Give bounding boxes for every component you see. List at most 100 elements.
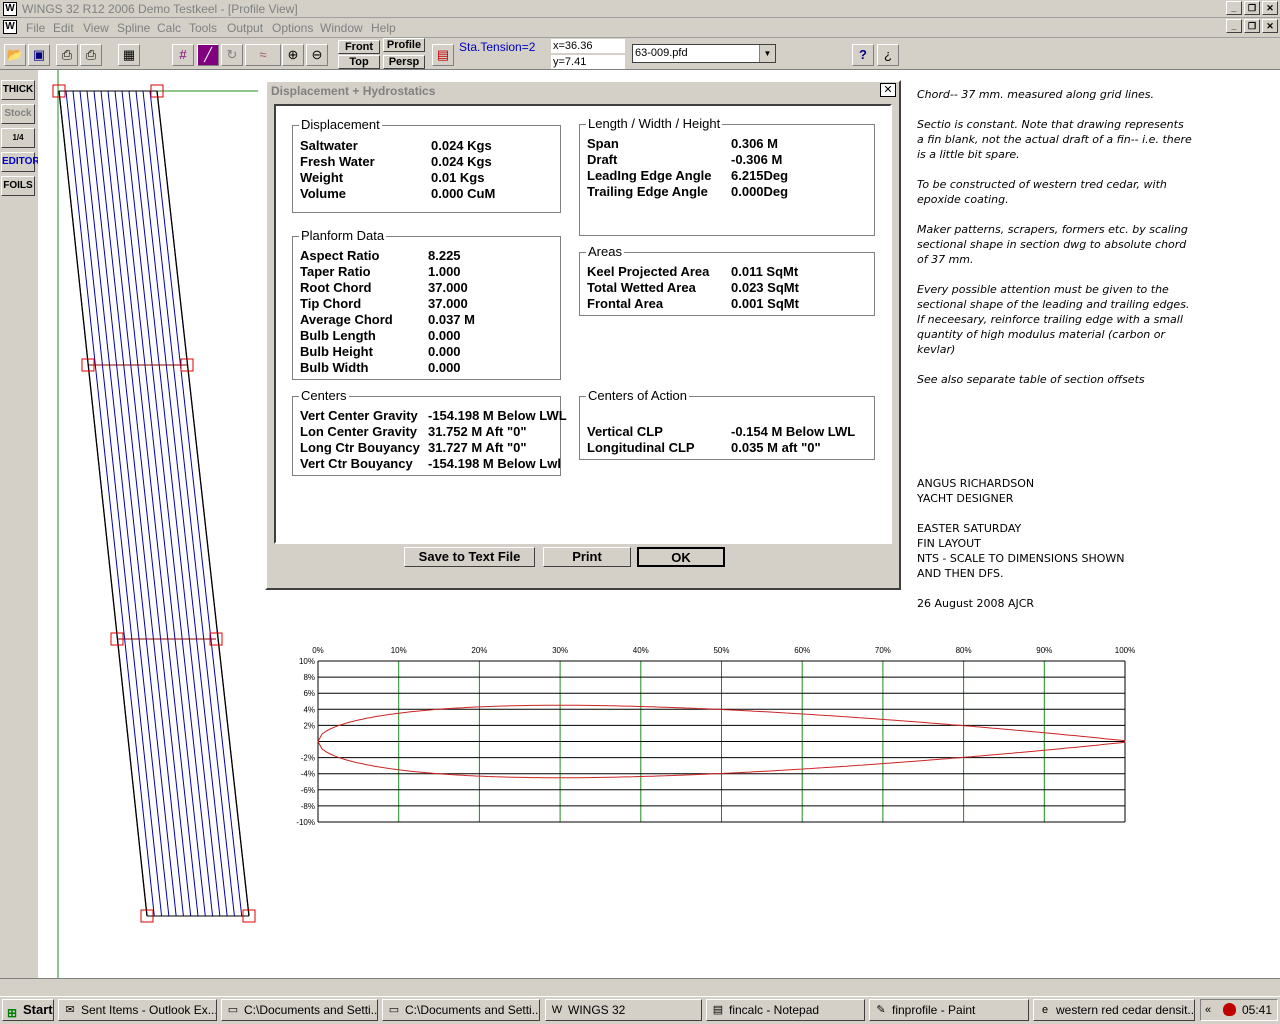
taskbar-item[interactable]: W WINGS 32 [545, 999, 702, 1021]
note-line: Sectio is constant. Note that drawing re… [917, 118, 1184, 131]
taskbar-item[interactable]: ✉ Sent Items - Outlook Ex... [58, 999, 217, 1021]
menu-help[interactable]: Help [371, 21, 396, 35]
planform-row-label: Bulb Width [300, 360, 369, 375]
print-button[interactable]: Print [543, 547, 631, 567]
centers-row-value: -154.198 M Below Lwl [428, 456, 561, 471]
note-line: To be constructed of western tred cedar,… [917, 178, 1167, 191]
planform-row-value: 0.000 [428, 360, 461, 375]
minimize-icon[interactable]: _ [1226, 19, 1242, 33]
menu-spline[interactable]: Spline [117, 21, 150, 35]
station-line [72, 90, 163, 917]
menu-window[interactable]: Window [320, 21, 363, 35]
context-help-icon[interactable]: ¿ [877, 44, 899, 66]
menu-calc[interactable]: Calc [157, 21, 181, 35]
app-icon[interactable]: W [3, 2, 17, 16]
wings-icon: W [551, 1004, 563, 1016]
persp-view-button[interactable]: Persp [383, 55, 425, 69]
refresh-icon[interactable]: ↻ [221, 44, 243, 66]
top-view-button[interactable]: Top [338, 55, 380, 69]
folder-icon: ▭ [227, 1004, 239, 1016]
close-icon[interactable]: ✕ [880, 83, 896, 97]
dialog-title: Displacement + Hydrostatics [267, 82, 899, 100]
menu-tools[interactable]: Tools [189, 21, 217, 35]
chevron-down-icon[interactable]: ▼ [759, 45, 775, 62]
taskbar-item[interactable]: ▤ fincalc - Notepad [706, 999, 865, 1021]
document-icon[interactable]: W [3, 20, 17, 34]
thick-button[interactable]: THICK [1, 80, 35, 100]
note-line: epoxide coating. [917, 193, 1009, 206]
taskbar-item-label: C:\Documents and Setti... [244, 1003, 378, 1017]
displacement-row-label: Volume [300, 186, 346, 201]
grid-icon[interactable]: # [172, 44, 194, 66]
notepad-icon: ▤ [712, 1004, 724, 1016]
taskbar-item[interactable]: ✎ finprofile - Paint [869, 999, 1029, 1021]
ok-button[interactable]: OK [637, 547, 725, 567]
station-line [149, 90, 243, 917]
menu-options[interactable]: Options [272, 21, 313, 35]
menu-view[interactable]: View [83, 21, 109, 35]
planform-row-value: 37.000 [428, 296, 468, 311]
planform-title: Planform Data [299, 228, 387, 243]
displacement-row-value: 0.024 Kgs [431, 138, 492, 153]
feather-icon[interactable]: ≈ [245, 44, 281, 66]
quarter-chord-button[interactable]: 1/4 Chord [1, 128, 35, 160]
mail-icon: ✉ [65, 1004, 75, 1016]
print-icon[interactable]: ⎙ [56, 44, 78, 66]
signature-line: FIN LAYOUT [917, 537, 981, 550]
print-setup-icon[interactable]: ⎙ [80, 44, 102, 66]
station-line [86, 90, 177, 917]
taskbar-item[interactable]: ▭ C:\Documents and Setti... [221, 999, 378, 1021]
x-tick-label: 10% [391, 646, 407, 655]
close-icon[interactable]: ✕ [1262, 19, 1278, 33]
stock-button[interactable]: Stock [1, 104, 35, 124]
trailing-edge-line [156, 90, 250, 917]
open-icon[interactable]: 📂 [4, 44, 26, 66]
dimensions-row-label: Trailing Edge Angle [587, 184, 708, 199]
action-row-value: 0.035 M aft "0" [731, 440, 821, 455]
dimensions-row-value: 0.000Deg [731, 184, 789, 199]
help-icon[interactable]: ? [852, 44, 874, 66]
editor-button[interactable]: EDITOR [1, 152, 40, 172]
planform-row-value: 0.000 [428, 344, 461, 359]
file-select[interactable]: 63-009.pfd ▼ [632, 44, 776, 63]
film-icon[interactable]: ▤ [432, 44, 454, 66]
menu-file[interactable]: File [26, 21, 45, 35]
calculator-icon[interactable]: ▦ [118, 44, 140, 66]
color-icon[interactable]: ╱ [197, 44, 219, 66]
zoom-in-icon[interactable]: ⊕ [282, 44, 304, 66]
start-button[interactable]: ⊞ Start [2, 999, 54, 1021]
centers-row-label: Long Ctr Bouyancy [300, 440, 420, 455]
hydrostatics-dialog: Displacement + Hydrostatics ✕ Displaceme… [265, 80, 901, 590]
note-line: a fin blank, not the actual draft of a f… [917, 133, 1192, 146]
dimensions-row-value: 0.306 M [731, 136, 778, 151]
displacement-row-value: 0.024 Kgs [431, 154, 492, 169]
menu-edit[interactable]: Edit [53, 21, 74, 35]
front-view-button[interactable]: Front [338, 40, 380, 54]
title-bar: W WINGS 32 R12 2006 Demo Testkeel - [Pro… [0, 0, 1280, 18]
foils-button[interactable]: FOILS [1, 176, 35, 196]
save-to-text-file-button[interactable]: Save to Text File [404, 547, 535, 567]
clock: 05:41 [1241, 1003, 1272, 1017]
taskbar-item[interactable]: ▭ C:\Documents and Setti... [382, 999, 540, 1021]
action-row-label: Longitudinal CLP [587, 440, 695, 455]
y-tick-label: -4% [301, 770, 315, 779]
planform-row-value: 37.000 [428, 280, 468, 295]
restore-icon[interactable]: ❐ [1244, 19, 1260, 33]
station-line [128, 90, 221, 917]
close-icon[interactable]: ✕ [1262, 1, 1278, 15]
note-line: Chord-- 37 mm. measured along grid lines… [917, 88, 1155, 101]
menu-output[interactable]: Output [227, 21, 263, 35]
y-tick-label: 2% [303, 721, 315, 730]
design-notes: Chord-- 37 mm. measured along grid lines… [917, 87, 1277, 627]
y-tick-label: 4% [303, 705, 315, 714]
profile-view-button[interactable]: Profile [383, 38, 425, 52]
minimize-icon[interactable]: _ [1226, 1, 1242, 15]
restore-icon[interactable]: ❐ [1244, 1, 1260, 15]
shield-icon[interactable] [1223, 1003, 1236, 1016]
save-icon[interactable]: ▣ [28, 44, 50, 66]
signature-line: NTS - SCALE TO DIMENSIONS SHOWN [917, 552, 1125, 565]
zoom-out-icon[interactable]: ⊖ [306, 44, 328, 66]
displacement-row-value: 0.01 Kgs [431, 170, 485, 185]
chevron-left-icon[interactable]: « [1205, 1000, 1211, 1020]
taskbar-item[interactable]: e western red cedar densit... [1033, 999, 1195, 1021]
